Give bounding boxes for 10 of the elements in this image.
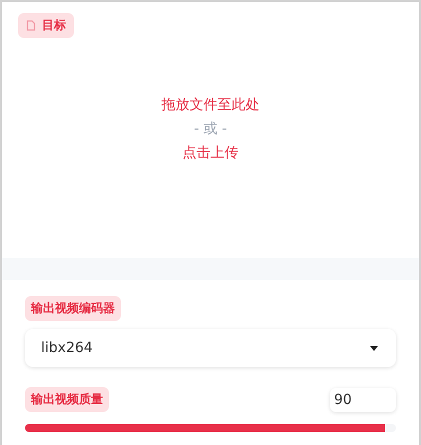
quality-input[interactable]: 90 — [330, 388, 396, 412]
upload-label: 目标 — [18, 13, 74, 38]
caret-icon — [370, 346, 378, 350]
codec-label: 输出视频编码器 — [25, 296, 121, 321]
or-text: - 或 - — [194, 120, 227, 139]
click-upload-link[interactable]: 点击上传 — [182, 143, 238, 163]
quality-label: 输出视频质量 — [25, 387, 109, 412]
file-icon — [26, 20, 36, 31]
codec-dropdown[interactable]: libx264 — [25, 329, 396, 367]
drop-text: 拖放文件至此处 — [162, 96, 260, 115]
